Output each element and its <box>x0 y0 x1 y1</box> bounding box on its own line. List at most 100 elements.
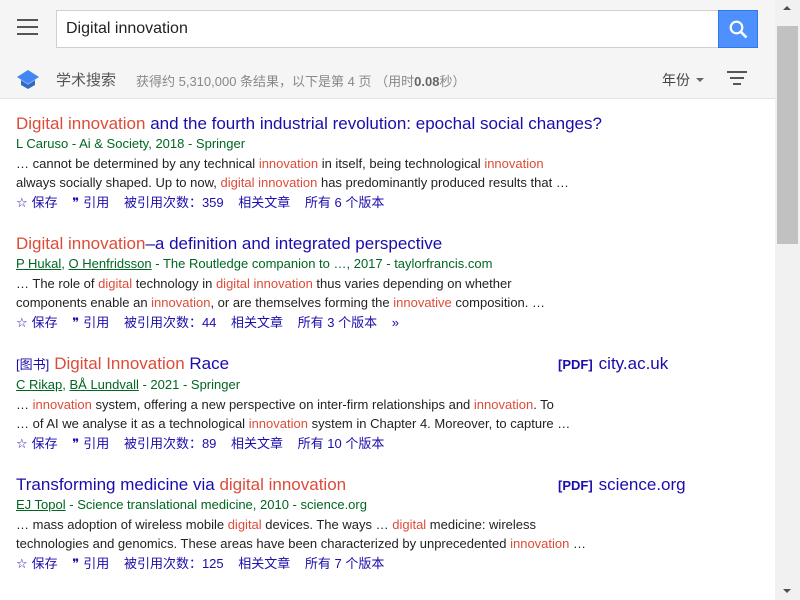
snippet-text: components enable an <box>16 295 152 310</box>
highlighted-term: digital innovation <box>215 276 313 291</box>
snippet-text: technologies and genomics. These areas h… <box>16 536 511 551</box>
result-authors: C Rikap, BÅ Lundvall - 2021 - Springer <box>16 377 241 392</box>
search-icon <box>729 20 748 39</box>
star-icon: ☆ <box>16 436 28 451</box>
pdf-link[interactable]: [PDF] science.org <box>558 475 686 495</box>
related-articles-link[interactable]: 相关文章 <box>238 195 290 210</box>
highlighted-term: digital <box>227 517 262 532</box>
cite-button[interactable]: ❞ 引用 <box>72 195 109 210</box>
book-tag: [图书] <box>16 357 50 372</box>
pdf-link[interactable]: [PDF] city.ac.uk <box>558 354 668 374</box>
scrollbar-thumb[interactable] <box>777 26 798 244</box>
double-chevron-icon[interactable]: » <box>392 315 399 330</box>
save-button[interactable]: ☆ 保存 <box>16 315 58 330</box>
scholar-cap-icon[interactable] <box>16 69 40 89</box>
snippet-line: … cannot be determined by any technical … <box>16 154 771 173</box>
result-snippet: … innovation system, offering a new pers… <box>16 395 771 433</box>
snippet-line: … of AI we analyse it as a technological… <box>16 414 771 433</box>
snippet-line: components enable an innovation, or are … <box>16 293 771 312</box>
scroll-down-arrow-icon[interactable] <box>775 583 800 600</box>
cited-by-link[interactable]: 被引用次数：89 <box>124 436 216 451</box>
snippet-text: … mass adoption of wireless mobile <box>16 517 228 532</box>
all-versions-link[interactable]: 所有 10 个版本 <box>298 436 385 451</box>
result-actions: ☆ 保存 ❞ 引用 被引用次数：89 相关文章 所有 10 个版本 <box>16 433 771 455</box>
result-item: Digital innovation–a definition and inte… <box>16 220 771 340</box>
search-box[interactable] <box>56 10 719 48</box>
result-title[interactable]: Digital innovation–a definition and inte… <box>16 234 771 254</box>
highlighted-term: innovative <box>393 295 452 310</box>
result-item: [图书] Digital Innovation Race [PDF] city.ac… <box>16 340 771 461</box>
result-stats: 获得约 5,310,000 条结果，以下是第 4 页 （用时0.08秒） <box>136 74 466 89</box>
quote-icon: ❞ <box>72 556 80 571</box>
cite-button[interactable]: ❞ 引用 <box>72 315 109 330</box>
snippet-text: medicine: wireless <box>426 517 537 532</box>
save-button[interactable]: ☆ 保存 <box>16 436 58 451</box>
snippet-text: has predominantly produced results that … <box>317 175 569 190</box>
highlighted-term: innovation <box>151 295 211 310</box>
star-icon: ☆ <box>16 315 28 330</box>
author-link[interactable]: P Hukal <box>16 256 61 271</box>
star-icon: ☆ <box>16 195 28 210</box>
highlighted-term: innovation <box>32 397 92 412</box>
scholar-label[interactable]: 学术搜索 <box>56 69 116 90</box>
snippet-text: composition. … <box>451 295 545 310</box>
hamburger-menu-icon[interactable] <box>17 19 38 37</box>
all-versions-link[interactable]: 所有 6 个版本 <box>305 195 384 210</box>
result-title[interactable]: Digital innovation and the fourth indust… <box>16 114 771 134</box>
star-icon: ☆ <box>16 556 28 571</box>
related-articles-link[interactable]: 相关文章 <box>238 556 290 571</box>
snippet-text: … of AI we analyse it as a technological <box>16 416 249 431</box>
quote-icon: ❞ <box>72 436 80 451</box>
related-articles-link[interactable]: 相关文章 <box>231 315 283 330</box>
search-button[interactable] <box>718 10 758 48</box>
result-authors: P Hukal, O Henfridsson - The Routledge c… <box>16 256 493 271</box>
cited-by-link[interactable]: 被引用次数：44 <box>124 315 216 330</box>
snippet-text: in itself, being technological <box>318 156 485 171</box>
snippet-text: thus varies depending on whether <box>312 276 512 291</box>
cite-button[interactable]: ❞ 引用 <box>72 556 109 571</box>
snippet-text: , or are themselves forming the <box>210 295 394 310</box>
save-button[interactable]: ☆ 保存 <box>16 556 58 571</box>
caret-down-icon <box>696 78 704 83</box>
highlighted-term: innovation <box>248 416 308 431</box>
snippet-text: . To <box>533 397 554 412</box>
result-item: Digital innovation and the fourth indust… <box>16 100 771 220</box>
snippet-text: … <box>569 536 586 551</box>
snippet-line: … mass adoption of wireless mobile digit… <box>16 515 771 534</box>
author-link[interactable]: O Henfridsson <box>69 256 152 271</box>
snippet-text: devices. The ways … <box>261 517 393 532</box>
highlighted-term: innovation <box>484 156 544 171</box>
snippet-line: … The role of digital technology in digi… <box>16 274 771 293</box>
vertical-scrollbar[interactable] <box>775 0 800 600</box>
filter-lines-icon[interactable] <box>727 71 747 85</box>
result-actions: ☆ 保存 ❞ 引用 被引用次数：125 相关文章 所有 7 个版本 <box>16 553 771 575</box>
result-item: Transforming medicine via digital innova… <box>16 461 771 581</box>
result-snippet: … mass adoption of wireless mobile digit… <box>16 515 771 553</box>
sub-bar: 学术搜索 获得约 5,310,000 条结果，以下是第 4 页 （用时0.08秒… <box>0 58 775 99</box>
quote-icon: ❞ <box>72 195 80 210</box>
cited-by-link[interactable]: 被引用次数：359 <box>124 195 224 210</box>
highlighted-term: digital innovation <box>220 175 318 190</box>
all-versions-link[interactable]: 所有 7 个版本 <box>305 556 384 571</box>
snippet-text: … cannot be determined by any technical <box>16 156 259 171</box>
author-link[interactable]: EJ Topol <box>16 497 66 512</box>
snippet-line: technologies and genomics. These areas h… <box>16 534 771 553</box>
related-articles-link[interactable]: 相关文章 <box>231 436 283 451</box>
save-button[interactable]: ☆ 保存 <box>16 195 58 210</box>
scroll-up-arrow-icon[interactable] <box>775 0 800 17</box>
author-link[interactable]: C Rikap <box>16 377 62 392</box>
all-versions-link[interactable]: 所有 3 个版本 <box>298 315 377 330</box>
cited-by-link[interactable]: 被引用次数：125 <box>124 556 224 571</box>
result-authors: L Caruso - Ai & Society, 2018 - Springer <box>16 136 246 151</box>
cite-button[interactable]: ❞ 引用 <box>72 436 109 451</box>
snippet-text: always socially shaped. Up to now, <box>16 175 221 190</box>
highlighted-term: digital <box>392 517 427 532</box>
search-input[interactable] <box>57 11 718 47</box>
year-filter-button[interactable]: 年份 <box>662 70 704 90</box>
snippet-text: … <box>16 397 33 412</box>
snippet-line: always socially shaped. Up to now, digit… <box>16 173 771 192</box>
author-link[interactable]: BÅ Lundvall <box>69 377 138 392</box>
result-authors: EJ Topol - Science translational medicin… <box>16 497 367 512</box>
highlighted-term: digital <box>98 276 133 291</box>
snippet-line: … innovation system, offering a new pers… <box>16 395 771 414</box>
